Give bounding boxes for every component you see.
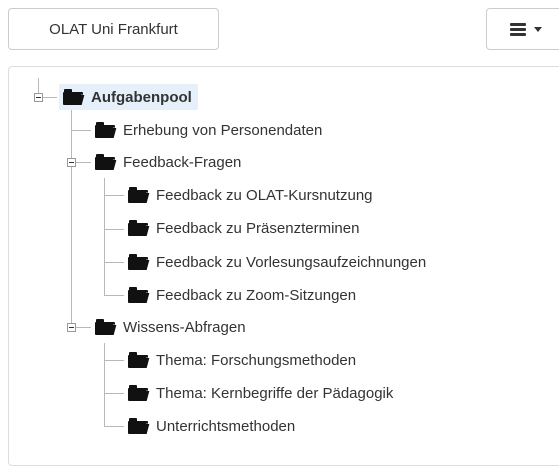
- tree-node-label: Feedback zu Vorlesungsaufzeichnungen: [156, 253, 427, 271]
- tree-node-label: Erhebung von Personendaten: [123, 121, 323, 139]
- tree-line: [104, 195, 124, 196]
- tree-line: [104, 393, 124, 394]
- folder-open-icon: [128, 220, 150, 236]
- tree-line: [71, 130, 91, 131]
- tree-node-label: Feedback zu OLAT-Kursnutzung: [156, 186, 373, 204]
- folder-open-icon: [95, 154, 117, 170]
- folder-open-icon: [95, 319, 117, 335]
- folder-open-icon: [128, 352, 150, 368]
- tree-node-label: Unterrichtsmethoden: [156, 417, 296, 435]
- tree-line: [104, 262, 124, 263]
- tree-node-feedback-fragen[interactable]: Feedback-Fragen: [95, 149, 241, 175]
- tree-line: [104, 426, 124, 427]
- tree-node-feedback-vorlesung[interactable]: Feedback zu Vorlesungsaufzeichnungen: [128, 249, 426, 275]
- tree-node-label: Feedback zu Zoom-Sitzungen: [156, 286, 357, 304]
- folder-open-icon: [128, 418, 150, 434]
- folder-open-icon: [63, 89, 85, 105]
- tree-node-kernbegriffe[interactable]: Thema: Kernbegriffe der Pädagogik: [128, 380, 393, 406]
- tree-node-forschungsmethoden[interactable]: Thema: Forschungsmethoden: [128, 347, 356, 373]
- tree-line: [76, 162, 91, 163]
- tree-line: [38, 78, 39, 93]
- tree-node-feedback-olat[interactable]: Feedback zu OLAT-Kursnutzung: [128, 182, 373, 208]
- tree-node-erhebung[interactable]: Erhebung von Personendaten: [95, 117, 322, 143]
- tree-line: [104, 343, 105, 427]
- tree-node-label: Feedback zu Präsenzterminen: [156, 219, 360, 237]
- tree-line: [104, 360, 124, 361]
- collapse-toggle-icon[interactable]: [67, 323, 76, 332]
- tree-line: [71, 110, 72, 328]
- tree-line: [43, 97, 57, 98]
- folder-open-icon: [95, 122, 117, 138]
- collapse-toggle-icon[interactable]: [67, 158, 76, 167]
- tree-node-unterrichtsmethoden[interactable]: Unterrichtsmethoden: [128, 413, 295, 439]
- tree-node-label: Aufgabenpool: [91, 88, 192, 106]
- tree-node-root[interactable]: Aufgabenpool: [59, 84, 198, 110]
- tree-line: [104, 295, 124, 296]
- folder-open-icon: [128, 187, 150, 203]
- catalog-tree: Aufgabenpool Erhebung von Personendaten …: [0, 0, 559, 454]
- tree-node-feedback-praesenz[interactable]: Feedback zu Präsenzterminen: [128, 215, 359, 241]
- tree-node-label: Wissens-Abfragen: [123, 318, 246, 336]
- tree-node-label: Thema: Kernbegriffe der Pädagogik: [156, 384, 394, 402]
- folder-open-icon: [128, 385, 150, 401]
- folder-open-icon: [128, 287, 150, 303]
- tree-node-label: Thema: Forschungsmethoden: [156, 351, 357, 369]
- tree-line: [104, 229, 124, 230]
- tree-node-feedback-zoom[interactable]: Feedback zu Zoom-Sitzungen: [128, 282, 356, 308]
- folder-open-icon: [128, 254, 150, 270]
- collapse-toggle-icon[interactable]: [34, 93, 43, 102]
- tree-node-wissens-abfragen[interactable]: Wissens-Abfragen: [95, 314, 246, 340]
- tree-line: [76, 327, 91, 328]
- tree-node-label: Feedback-Fragen: [123, 153, 242, 171]
